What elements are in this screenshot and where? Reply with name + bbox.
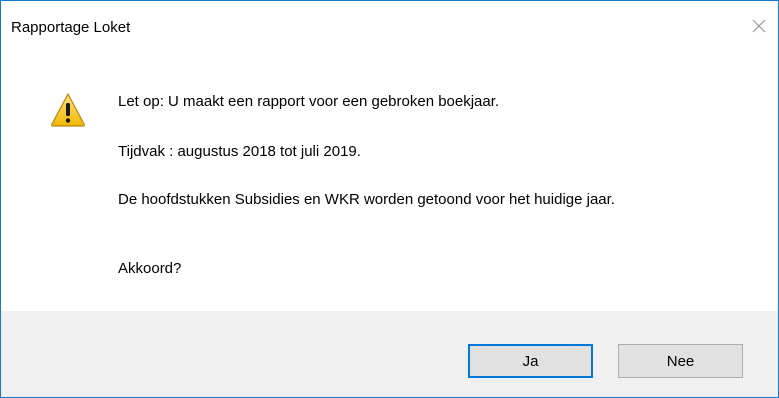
message-line-1: Let op: U maakt een rapport voor een geb… bbox=[118, 93, 500, 110]
close-icon bbox=[752, 19, 766, 33]
message-line-2: Tijdvak : augustus 2018 tot juli 2019. bbox=[118, 143, 361, 160]
dialog-content: Let op: U maakt een rapport voor een geb… bbox=[1, 59, 778, 311]
button-bar: Ja Nee bbox=[1, 311, 778, 397]
title-bar[interactable]: Rapportage Loket bbox=[1, 1, 778, 59]
yes-button[interactable]: Ja bbox=[468, 344, 593, 378]
message-dialog: Rapportage Loket Let op: U maakt een rap… bbox=[0, 0, 779, 398]
window-title: Rapportage Loket bbox=[11, 19, 131, 36]
warning-icon bbox=[51, 93, 85, 127]
message-line-4: Akkoord? bbox=[118, 260, 182, 277]
message-line-3: De hoofdstukken Subsidies en WKR worden … bbox=[118, 191, 615, 208]
no-button[interactable]: Nee bbox=[618, 344, 743, 378]
close-button[interactable] bbox=[746, 13, 772, 39]
